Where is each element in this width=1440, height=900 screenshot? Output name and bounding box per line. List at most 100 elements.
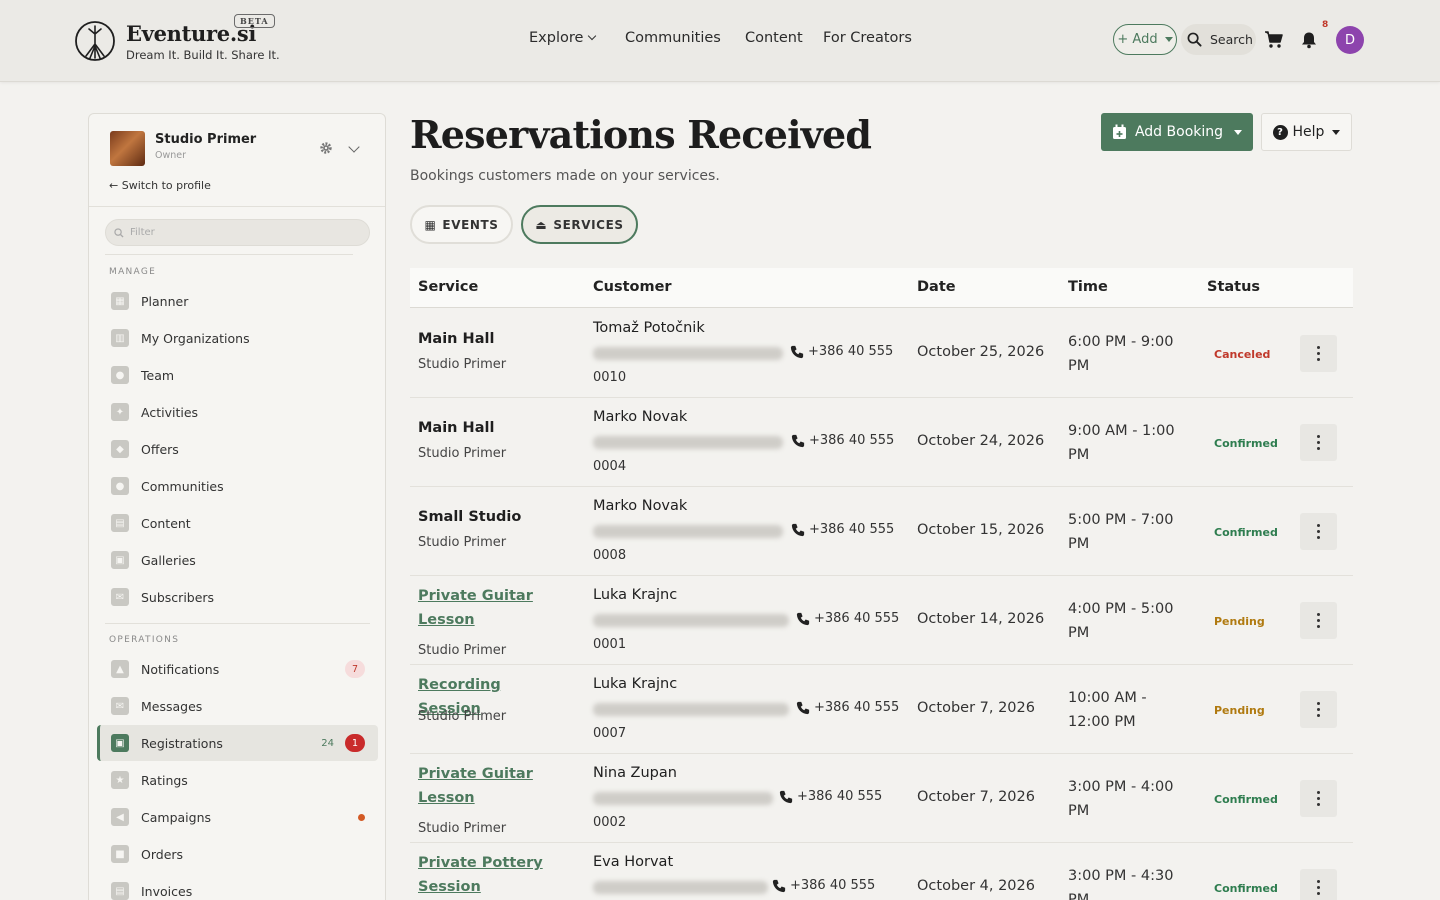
customer-name: Marko Novak [593, 498, 688, 514]
service-link[interactable]: Private Guitar Lesson [418, 584, 568, 632]
chevron-down-icon[interactable] [348, 141, 360, 153]
invoice-icon: ▤ [111, 882, 129, 900]
sidebar-item-communities[interactable]: ● Communities [97, 468, 378, 504]
column-header-time[interactable]: Time [1068, 279, 1108, 295]
bell-icon: ▲ [111, 660, 129, 678]
kebab-dot [1317, 530, 1320, 533]
nav-explore[interactable]: Explore [529, 30, 597, 46]
kebab-dot [1317, 625, 1320, 628]
filter-input[interactable]: Filter [105, 219, 370, 246]
sidebar-item-activities[interactable]: ✦ Activities [97, 394, 378, 430]
organization-role: Owner [155, 150, 187, 161]
user-avatar[interactable]: D [1336, 26, 1364, 54]
kebab-dot [1317, 619, 1320, 622]
sidebar-item-orders[interactable]: ■ Orders [97, 836, 378, 872]
nav-for-creators[interactable]: For Creators [823, 30, 912, 46]
kebab-dot [1317, 524, 1320, 527]
customer-email-redacted [593, 881, 768, 894]
sidebar-item-notifications[interactable]: ▲ Notifications 7 [97, 651, 378, 687]
reservation-date: October 7, 2026 [917, 789, 1035, 805]
service-link[interactable]: Private Guitar Lesson [418, 762, 568, 810]
kebab-dot [1317, 886, 1320, 889]
kebab-dot [1317, 536, 1320, 539]
tab-services-label: SERVICES [553, 217, 624, 232]
bell-icon[interactable] [1300, 31, 1318, 49]
sidebar-item-label: My Organizations [141, 330, 250, 346]
calendar-icon: ▦ [424, 217, 437, 232]
arrow-left-icon: ← [109, 179, 119, 192]
sidebar-item-label: Messages [141, 698, 203, 714]
column-header-status[interactable]: Status [1207, 279, 1260, 295]
service-link[interactable]: Private Pottery Session [418, 851, 568, 899]
phone-icon [796, 612, 810, 625]
service-organization: Studio Primer [418, 643, 507, 658]
kebab-dot [1317, 346, 1320, 349]
customer-phone[interactable]: +386 40 555 [796, 611, 899, 626]
organization-avatar [110, 131, 145, 166]
status-badge: Confirmed [1214, 793, 1278, 806]
customer-phone[interactable]: +386 40 555 [790, 344, 893, 359]
row-actions-button[interactable] [1300, 780, 1337, 817]
cart-icon[interactable] [1264, 30, 1284, 50]
notifications-badge: 7 [345, 660, 365, 678]
sidebar-item-planner[interactable]: ▦ Planner [97, 283, 378, 319]
sidebar-item-subscribers[interactable]: ✉ Subscribers [97, 579, 378, 615]
add-button[interactable]: + Add [1113, 24, 1177, 55]
help-button[interactable]: ? Help [1261, 113, 1352, 151]
bell-service-icon: ⏏ [535, 217, 548, 232]
customer-email-redacted [593, 703, 789, 716]
customer-phone[interactable]: +386 40 555 [791, 522, 894, 537]
nav-content[interactable]: Content [745, 30, 803, 46]
service-name: Small Studio [418, 509, 522, 525]
tab-services[interactable]: ⏏ SERVICES [521, 205, 638, 244]
reservation-time: 3:00 PM - 4:00 PM [1068, 779, 1174, 819]
search-button[interactable]: Search [1181, 24, 1256, 55]
customer-phone[interactable]: +386 40 555 [772, 878, 875, 893]
kebab-dot [1317, 880, 1320, 883]
sidebar-item-campaigns[interactable]: ◀ Campaigns [97, 799, 378, 835]
sidebar-item-my-organizations[interactable]: ▥ My Organizations [97, 320, 378, 356]
caret-down-icon [1234, 129, 1243, 135]
sidebar-item-label: Content [141, 515, 191, 531]
reservation-code: 0007 [593, 726, 627, 741]
row-actions-button[interactable] [1300, 869, 1337, 900]
sidebar-item-galleries[interactable]: ▣ Galleries [97, 542, 378, 578]
column-header-service[interactable]: Service [418, 279, 478, 295]
switch-to-profile-link[interactable]: ← Switch to profile [109, 179, 211, 192]
divider [105, 254, 353, 255]
nav-communities[interactable]: Communities [625, 30, 721, 46]
row-actions-button[interactable] [1300, 602, 1337, 639]
sidebar-item-messages[interactable]: ✉ Messages [97, 688, 378, 724]
sidebar-item-invoices[interactable]: ▤ Invoices [97, 873, 378, 900]
search-icon [1187, 32, 1202, 47]
tab-events[interactable]: ▦ EVENTS [410, 205, 513, 244]
reservation-code: 0008 [593, 548, 627, 563]
add-booking-button[interactable]: Add Booking [1101, 113, 1253, 151]
organization-name[interactable]: Studio Primer [155, 132, 256, 147]
reservation-time: 6:00 PM - 9:00 PM [1068, 334, 1174, 374]
gear-icon[interactable] [319, 141, 333, 155]
beta-badge: BETA [234, 14, 275, 28]
customer-phone[interactable]: +386 40 555 [796, 700, 899, 715]
sidebar-item-team[interactable]: ● Team [97, 357, 378, 393]
row-actions-button[interactable] [1300, 691, 1337, 728]
sidebar-item-content[interactable]: ▤ Content [97, 505, 378, 541]
phone-number: +386 40 555 [790, 878, 876, 893]
sidebar-item-ratings[interactable]: ★ Ratings [97, 762, 378, 798]
phone-number: +386 40 555 [808, 344, 894, 359]
column-header-date[interactable]: Date [917, 279, 956, 295]
service-name: Main Hall [418, 420, 495, 436]
customer-phone[interactable]: +386 40 555 [779, 789, 882, 804]
sidebar-item-offers[interactable]: ◆ Offers [97, 431, 378, 467]
table-row: Private Pottery SessionStudio PrimerEva … [410, 843, 1353, 900]
row-actions-button[interactable] [1300, 335, 1337, 372]
sidebar: Studio Primer Owner ← Switch to profile … [88, 113, 386, 900]
customer-phone[interactable]: +386 40 555 [791, 433, 894, 448]
brand-tagline: Dream It. Build It. Share It. [126, 48, 280, 62]
row-actions-button[interactable] [1300, 513, 1337, 550]
reservation-code: 0004 [593, 459, 627, 474]
tree-logo-icon[interactable] [74, 20, 116, 62]
column-header-customer[interactable]: Customer [593, 279, 672, 295]
sidebar-item-registrations[interactable]: ▣ Registrations 24 1 [97, 725, 378, 761]
row-actions-button[interactable] [1300, 424, 1337, 461]
